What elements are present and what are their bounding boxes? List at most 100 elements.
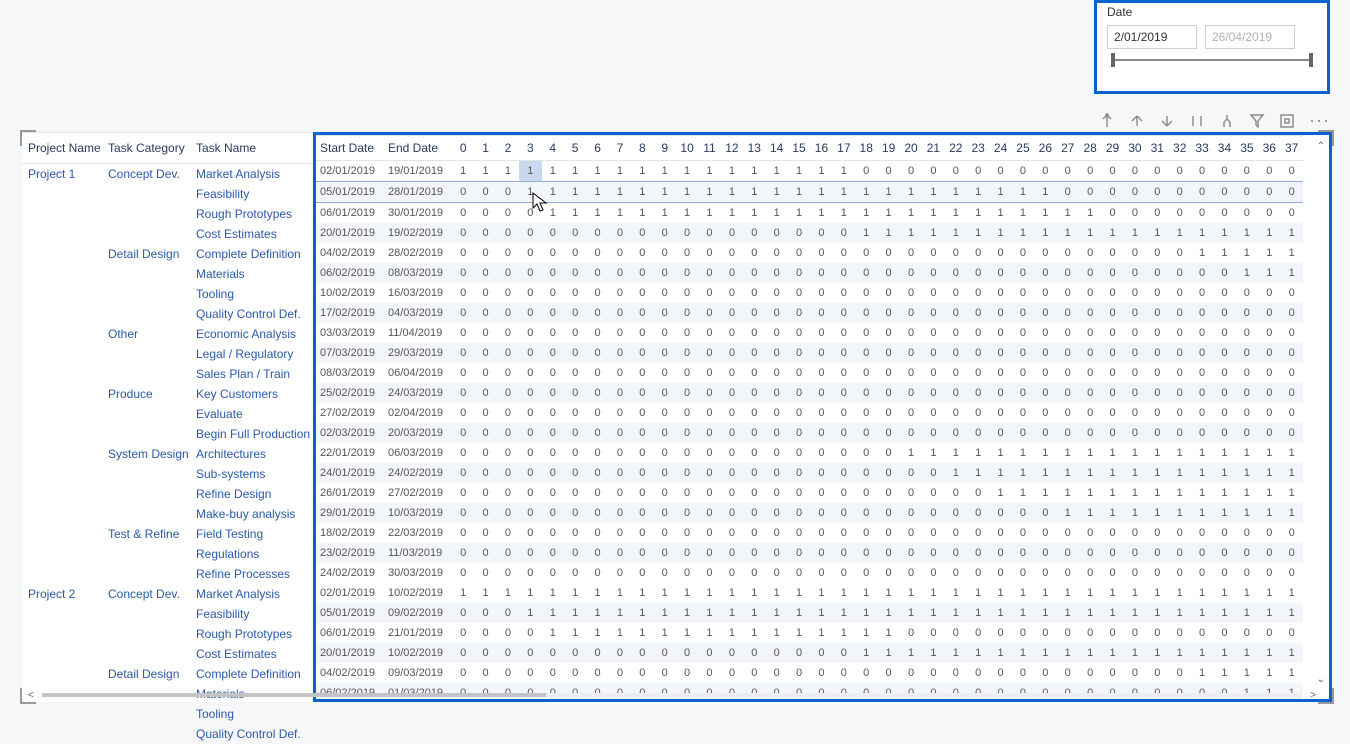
cell-value[interactable]: 0 (900, 263, 922, 283)
cell-value[interactable]: 0 (698, 363, 720, 383)
cell-start[interactable]: 10/02/2019 (316, 283, 384, 303)
cell-value[interactable]: 1 (1169, 603, 1191, 623)
cell-value[interactable]: 1 (1034, 182, 1056, 203)
cell-value[interactable]: 0 (833, 363, 855, 383)
cell-cat[interactable]: Concept Dev. (102, 584, 190, 604)
cell-value[interactable]: 0 (788, 483, 810, 503)
cell-value[interactable]: 0 (474, 343, 496, 363)
cell-value[interactable]: 1 (1101, 643, 1123, 663)
cell-value[interactable]: 0 (922, 463, 944, 483)
cell-project[interactable] (22, 284, 102, 304)
cell-value[interactable]: 0 (542, 423, 564, 443)
cell-value[interactable]: 1 (1258, 643, 1280, 663)
cell-start[interactable]: 27/02/2019 (316, 403, 384, 423)
cell-value[interactable]: 0 (765, 523, 787, 543)
cell-value[interactable]: 0 (631, 263, 653, 283)
cell-value[interactable]: 0 (1079, 423, 1101, 443)
cell-value[interactable]: 1 (1079, 603, 1101, 623)
cell-end[interactable]: 22/03/2019 (384, 523, 452, 543)
cell-value[interactable]: 0 (833, 563, 855, 583)
cell-value[interactable]: 0 (1169, 343, 1191, 363)
cell-value[interactable]: 1 (1236, 443, 1258, 463)
cell-value[interactable]: 1 (676, 203, 698, 224)
cell-value[interactable]: 0 (788, 323, 810, 343)
cell-value[interactable]: 0 (721, 343, 743, 363)
cell-value[interactable]: 1 (833, 623, 855, 643)
cell-value[interactable]: 0 (721, 643, 743, 663)
cell-value[interactable]: 0 (698, 383, 720, 403)
cell-value[interactable]: 0 (676, 483, 698, 503)
col-day[interactable]: 36 (1258, 136, 1280, 161)
cell-value[interactable]: 0 (1280, 423, 1302, 443)
cell-value[interactable]: 0 (497, 323, 519, 343)
cell-value[interactable]: 0 (1101, 343, 1123, 363)
cell-value[interactable]: 0 (497, 383, 519, 403)
cell-value[interactable]: 0 (654, 423, 676, 443)
filter-icon[interactable] (1249, 113, 1265, 129)
cell-value[interactable]: 0 (1191, 323, 1213, 343)
cell-task[interactable]: Key Customers (190, 384, 312, 404)
cell-value[interactable]: 0 (1213, 203, 1235, 224)
cell-value[interactable]: 0 (788, 543, 810, 563)
cell-value[interactable]: 0 (474, 223, 496, 243)
cell-value[interactable]: 0 (945, 323, 967, 343)
cell-value[interactable]: 0 (676, 663, 698, 683)
cell-value[interactable]: 0 (721, 563, 743, 583)
more-options-icon[interactable]: ··· (1309, 110, 1330, 131)
cell-value[interactable]: 0 (855, 403, 877, 423)
cell-value[interactable]: 1 (788, 603, 810, 623)
cell-value[interactable]: 0 (788, 303, 810, 323)
cell-value[interactable]: 1 (1169, 643, 1191, 663)
cell-value[interactable]: 0 (1258, 563, 1280, 583)
cell-value[interactable]: 1 (1012, 203, 1034, 224)
cell-value[interactable]: 0 (877, 523, 899, 543)
cell-value[interactable]: 0 (452, 223, 474, 243)
col-day[interactable]: 8 (631, 136, 653, 161)
cell-value[interactable]: 0 (967, 363, 989, 383)
cell-value[interactable]: 1 (1236, 583, 1258, 603)
cell-value[interactable]: 0 (631, 423, 653, 443)
cell-value[interactable]: 0 (989, 503, 1011, 523)
cell-value[interactable]: 0 (833, 643, 855, 663)
cell-value[interactable]: 0 (967, 283, 989, 303)
cell-value[interactable]: 0 (1101, 303, 1123, 323)
cell-value[interactable]: 1 (1280, 483, 1302, 503)
cell-value[interactable]: 0 (1258, 363, 1280, 383)
cell-value[interactable]: 0 (1191, 263, 1213, 283)
cell-value[interactable]: 0 (1057, 303, 1079, 323)
cell-value[interactable]: 0 (564, 443, 586, 463)
cell-value[interactable]: 0 (810, 223, 832, 243)
cell-value[interactable]: 1 (1191, 443, 1213, 463)
cell-value[interactable]: 0 (1012, 343, 1034, 363)
cell-value[interactable]: 1 (1012, 443, 1034, 463)
cell-value[interactable]: 0 (945, 363, 967, 383)
drill-down-icon[interactable] (1159, 113, 1175, 129)
cell-value[interactable]: 1 (1057, 583, 1079, 603)
cell-value[interactable]: 0 (810, 243, 832, 263)
cell-value[interactable]: 0 (474, 563, 496, 583)
cell-cat[interactable] (102, 304, 190, 324)
cell-value[interactable]: 0 (609, 463, 631, 483)
cell-value[interactable]: 0 (765, 503, 787, 523)
cell-value[interactable]: 0 (788, 363, 810, 383)
cell-value[interactable]: 0 (676, 563, 698, 583)
cell-value[interactable]: 0 (765, 363, 787, 383)
cell-value[interactable]: 1 (1236, 603, 1258, 623)
cell-value[interactable]: 0 (989, 543, 1011, 563)
cell-value[interactable]: 0 (967, 623, 989, 643)
cell-value[interactable]: 0 (497, 363, 519, 383)
cell-value[interactable]: 0 (1034, 403, 1056, 423)
cell-value[interactable]: 0 (1124, 263, 1146, 283)
cell-value[interactable]: 0 (676, 463, 698, 483)
cell-value[interactable]: 1 (676, 583, 698, 603)
cell-value[interactable]: 0 (497, 403, 519, 423)
cell-value[interactable]: 0 (676, 243, 698, 263)
cell-value[interactable]: 0 (654, 483, 676, 503)
cell-value[interactable]: 1 (989, 643, 1011, 663)
cell-value[interactable]: 0 (586, 443, 608, 463)
cell-value[interactable]: 0 (676, 263, 698, 283)
cell-value[interactable]: 0 (721, 303, 743, 323)
cell-value[interactable]: 0 (497, 182, 519, 203)
cell-project[interactable] (22, 344, 102, 364)
cell-project[interactable] (22, 384, 102, 404)
